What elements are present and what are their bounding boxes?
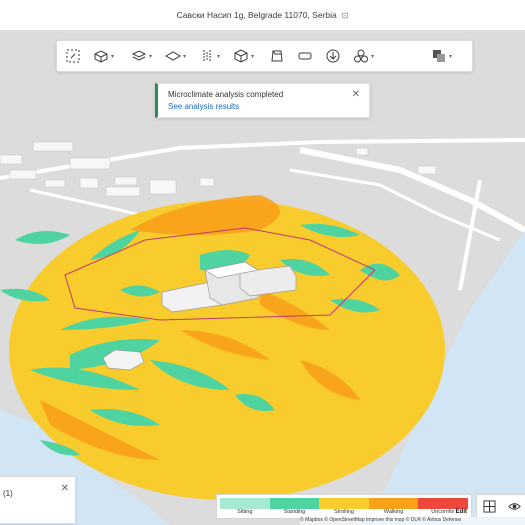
legend-label: Sitting <box>237 509 253 515</box>
overlay-icon <box>433 50 445 62</box>
see-results-link[interactable]: See analysis results <box>168 102 359 111</box>
box-outline-tool[interactable] <box>269 46 285 66</box>
plan-view-button[interactable] <box>477 495 502 517</box>
plan-view-icon <box>483 499 496 513</box>
legend-swatch-standing <box>269 498 320 509</box>
cube-tool[interactable]: ▾ <box>233 46 254 66</box>
overlay-tool[interactable]: ▾ <box>431 46 452 66</box>
cluster-icon <box>354 49 368 63</box>
legend-edit-button[interactable]: Edit <box>453 509 469 515</box>
close-icon[interactable]: ✕ <box>61 483 69 494</box>
legend-color-bar <box>220 498 468 509</box>
toolbar: ▾ ▾ ▾ ▾ ▾ ▾ ▾ <box>56 40 473 72</box>
map-attribution[interactable]: © Mapbox © OpenStreetMap Improve this ma… <box>300 517 525 525</box>
legend-label: Strolling <box>334 509 354 515</box>
split-icon <box>203 50 211 62</box>
building-tool[interactable]: ▾ <box>93 46 114 66</box>
visibility-button[interactable] <box>502 495 525 517</box>
magic-select-icon <box>66 49 80 63</box>
download-icon <box>326 49 340 63</box>
legend-swatch-uncomfortable <box>418 498 468 509</box>
eye-icon <box>508 502 521 510</box>
plane-icon <box>165 51 181 61</box>
comfort-legend: Sitting Standing Strolling Walking Uncom… <box>216 494 472 519</box>
legend-label: Walking <box>383 509 404 515</box>
header-bar: Савски Насип 1g, Belgrade 11070, Serbia … <box>0 0 525 31</box>
legend-swatch-walking <box>368 498 419 509</box>
cube-icon <box>234 49 248 63</box>
layers-icon <box>131 50 147 61</box>
project-address: Савски Насип 1g, Belgrade 11070, Serbia <box>176 10 337 20</box>
analysis-toast: Microclimate analysis completed See anal… <box>155 83 370 118</box>
tag-tool[interactable] <box>297 46 313 66</box>
layers-tool[interactable]: ▾ <box>131 46 152 66</box>
box-outline-icon <box>271 50 283 62</box>
legend-swatch-sitting <box>220 498 270 509</box>
toast-title: Microclimate analysis completed <box>168 90 284 99</box>
building-icon <box>94 50 108 63</box>
view-controls <box>476 494 525 518</box>
cluster-tool[interactable]: ▾ <box>353 46 374 66</box>
download-tool[interactable] <box>325 46 341 66</box>
tag-icon <box>298 52 312 60</box>
selection-panel: (1) ✕ <box>0 476 76 524</box>
legend-label: Standing <box>283 509 306 515</box>
selection-count: (1) <box>3 489 13 498</box>
legend-swatch-strolling <box>319 498 369 509</box>
split-tool[interactable]: ▾ <box>199 46 220 66</box>
close-icon[interactable]: ✕ <box>352 89 360 100</box>
magic-select-tool[interactable] <box>65 46 81 66</box>
lock-icon[interactable]: ⊡ <box>342 11 349 20</box>
plane-tool[interactable]: ▾ <box>165 46 186 66</box>
